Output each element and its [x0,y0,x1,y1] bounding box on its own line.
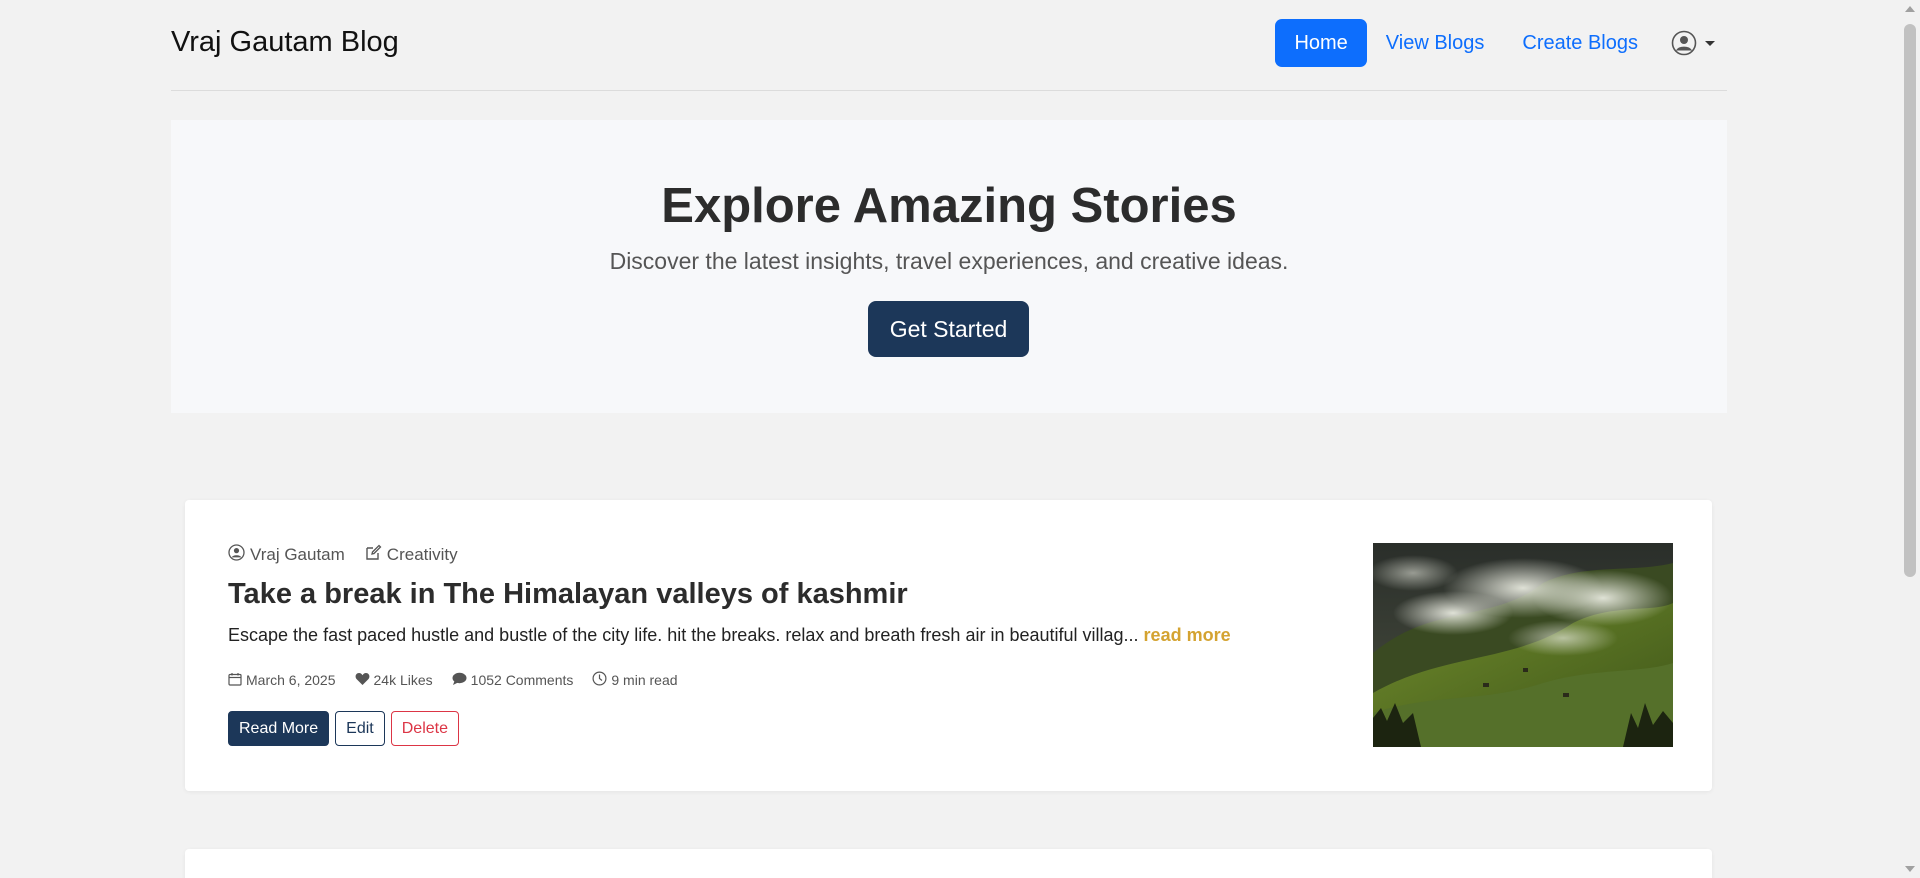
nav-home-link[interactable]: Home [1275,19,1367,67]
user-circle-icon [228,544,250,566]
scroll-up-arrow-icon[interactable] [1905,6,1915,12]
post-excerpt: Escape the fast paced hustle and bustle … [228,625,1231,646]
page: Vraj Gautam Blog Home View Blogs Create … [0,0,1900,878]
post-meta-top: Vraj Gautam Creativity [228,544,478,566]
post-title[interactable]: Take a break in The Himalayan valleys of… [228,578,908,611]
nav-view-blogs-link[interactable]: View Blogs [1367,19,1504,67]
calendar-icon [228,672,246,689]
post-author: Vraj Gautam [228,544,345,566]
heart-icon [355,672,374,689]
post-likes-text: 24k Likes [373,672,433,688]
clock-icon [592,671,611,689]
post-thumbnail-image[interactable] [1373,543,1673,747]
blog-post-card: Vraj Gautam Creativity Take a break in T… [185,500,1712,791]
read-more-button[interactable]: Read More [228,711,330,746]
post-category: Creativity [365,544,458,566]
comment-icon [452,672,471,689]
post-date: March 6, 2025 [228,672,336,689]
user-circle-icon [1671,30,1697,56]
post-meta-bottom: March 6, 2025 24k Likes 1052 Comments 9 … [228,671,697,689]
vertical-scrollbar[interactable] [1900,0,1920,878]
hero-subtitle: Discover the latest insights, travel exp… [609,248,1289,274]
post-read-time: 9 min read [592,671,678,689]
caret-down-icon [1705,40,1715,46]
post-actions: Read More Edit Delete [228,711,465,746]
read-more-link[interactable]: read more [1144,625,1231,645]
nav-links: Home View Blogs Create Blogs [1275,19,1715,67]
hero-title: Explore Amazing Stories [661,179,1237,233]
delete-button[interactable]: Delete [390,711,459,746]
pencil-square-icon [365,544,387,566]
hero-section: Explore Amazing Stories Discover the lat… [171,120,1727,413]
scrollbar-thumb[interactable] [1904,24,1916,577]
navbar: Vraj Gautam Blog Home View Blogs Create … [171,0,1727,91]
post-read-time-text: 9 min read [611,672,678,688]
post-date-text: March 6, 2025 [246,672,336,688]
post-category-name: Creativity [386,545,458,564]
post-likes: 24k Likes [355,672,433,689]
post-comments-text: 1052 Comments [470,672,574,688]
post-author-name: Vraj Gautam [250,545,345,564]
post-excerpt-text: Escape the fast paced hustle and bustle … [228,625,1139,645]
edit-button[interactable]: Edit [335,711,385,746]
post-comments: 1052 Comments [452,672,574,689]
scroll-down-arrow-icon[interactable] [1905,866,1915,872]
profile-dropdown-toggle[interactable] [1671,30,1715,56]
nav-create-blogs-link[interactable]: Create Blogs [1503,19,1657,67]
get-started-button[interactable]: Get Started [868,301,1029,357]
brand-logo[interactable]: Vraj Gautam Blog [171,26,399,59]
blog-post-card [185,849,1712,878]
